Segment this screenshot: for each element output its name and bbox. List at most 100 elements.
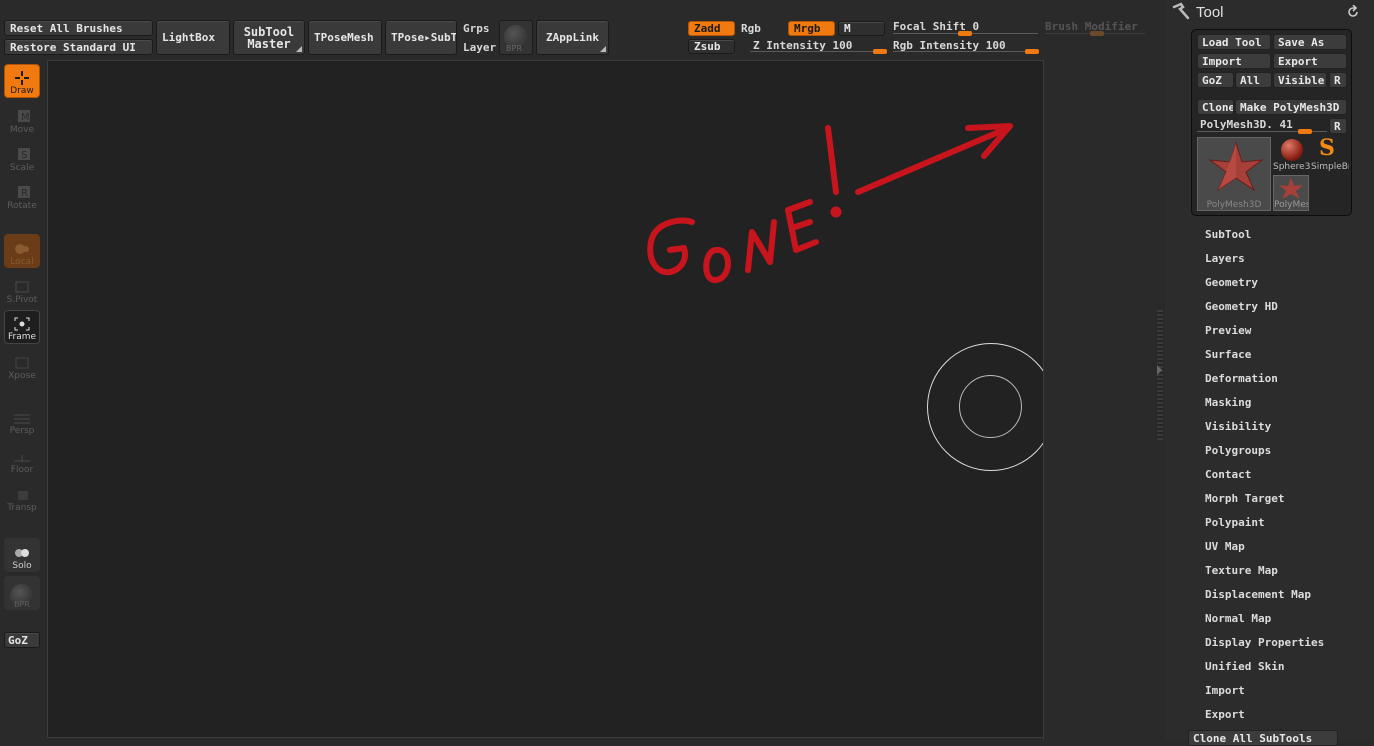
tool-r-button[interactable]: R (1329, 118, 1347, 134)
spivot-label: S.Pivot (6, 295, 38, 305)
rotate-button[interactable]: R Rotate (4, 178, 40, 212)
menu-item-normal-map[interactable]: Normal Map (1205, 612, 1271, 625)
svg-text:M: M (21, 112, 30, 123)
frame-button[interactable]: Frame (4, 310, 40, 344)
svg-text:R: R (21, 188, 28, 199)
scale-button[interactable]: S Scale (4, 140, 40, 174)
collapse-arrow-icon[interactable] (1157, 365, 1162, 375)
clone-all-subtools-button[interactable]: Clone All SubTools (1188, 730, 1338, 746)
tpose-subt-label: TPose▸SubT (391, 31, 457, 44)
hammer-icon (1172, 2, 1190, 20)
menu-item-export[interactable]: Export (1205, 708, 1245, 721)
menu-item-masking[interactable]: Masking (1205, 396, 1251, 409)
menu-item-layers[interactable]: Layers (1205, 252, 1245, 265)
m-button[interactable]: M (838, 21, 885, 36)
lightbox-button[interactable]: LightBox (156, 20, 230, 55)
mrgb-button[interactable]: Mrgb (788, 21, 835, 36)
focal-shift-knob[interactable] (958, 31, 972, 36)
menu-item-preview[interactable]: Preview (1205, 324, 1251, 337)
tposemesh-button[interactable]: TPoseMesh (308, 20, 382, 55)
tpose-subt-button[interactable]: TPose▸SubT (385, 20, 457, 55)
simplebrush-thumb-label: SimpleBr (1311, 162, 1349, 172)
zapplink-label: ZAppLink (546, 31, 599, 44)
menu-item-display-properties[interactable]: Display Properties (1205, 636, 1324, 649)
menu-item-texture-map[interactable]: Texture Map (1205, 564, 1278, 577)
transp-button[interactable]: Transp (4, 480, 40, 514)
menu-item-unified-skin[interactable]: Unified Skin (1205, 660, 1284, 673)
rgb-intensity-knob[interactable] (1025, 49, 1039, 54)
r-button[interactable]: R (1329, 72, 1347, 88)
solo-icon (15, 549, 29, 557)
z-intensity-knob[interactable] (873, 49, 887, 54)
menu-item-polypaint[interactable]: Polypaint (1205, 516, 1265, 529)
zapplink-button[interactable]: ZAppLink (536, 20, 609, 55)
bpr-label: BPR (506, 44, 522, 53)
polymesh-small-thumbnail[interactable]: PolyMes (1273, 175, 1309, 211)
layer-toggle[interactable]: Layer (463, 41, 496, 54)
xpose-button[interactable]: Xpose (4, 348, 40, 382)
move-button[interactable]: M Move (4, 102, 40, 136)
persp-button[interactable]: Persp (4, 403, 40, 437)
left-bpr-label: BPR (14, 600, 30, 609)
draw-button[interactable]: Draw (4, 64, 40, 98)
refresh-icon[interactable] (1346, 5, 1360, 19)
menu-item-morph-target[interactable]: Morph Target (1205, 492, 1284, 505)
export-button[interactable]: Export (1273, 53, 1347, 69)
menu-item-polygroups[interactable]: Polygroups (1205, 444, 1271, 457)
current-tool-label: PolyMesh3D. 41 (1200, 118, 1293, 131)
goz-tool-button[interactable]: GoZ (1197, 72, 1234, 88)
all-label: All (1240, 73, 1260, 87)
rgb-toggle[interactable]: Rgb (741, 22, 761, 35)
all-button[interactable]: All (1235, 72, 1272, 88)
zadd-button[interactable]: Zadd (688, 21, 735, 36)
spivot-button[interactable]: S.Pivot (4, 272, 40, 306)
local-button[interactable]: Local (4, 234, 40, 268)
save-as-button[interactable]: Save As (1273, 34, 1347, 50)
clone-label: Clone (1202, 100, 1234, 114)
menu-item-geometry-hd[interactable]: Geometry HD (1205, 300, 1278, 313)
goz-button[interactable]: GoZ (4, 632, 40, 648)
rotate-icon: R (18, 186, 30, 199)
brush-inner-ring (959, 375, 1022, 438)
sphere3d-thumbnail[interactable]: Sphere3 (1273, 137, 1310, 173)
zsub-button[interactable]: Zsub (688, 39, 735, 54)
menu-item-uv-map[interactable]: UV Map (1205, 540, 1245, 553)
menu-item-import[interactable]: Import (1205, 684, 1245, 697)
persp-icon (14, 414, 30, 424)
m-label: M (844, 22, 851, 35)
menu-item-deformation[interactable]: Deformation (1205, 372, 1278, 385)
frame-label: Frame (7, 332, 37, 342)
tool-r-label: R (1334, 119, 1341, 133)
grps-toggle[interactable]: Grps (463, 22, 490, 35)
reset-all-brushes-button[interactable]: Reset All Brushes (4, 20, 153, 36)
simplebrush-s-icon: S (1319, 137, 1335, 161)
brush-modifier-knob[interactable] (1090, 31, 1104, 36)
bpr-button[interactable]: BPR (499, 20, 533, 55)
star-mesh-small-icon (1279, 178, 1303, 199)
make-polymesh-button[interactable]: Make PolyMesh3D (1235, 99, 1347, 115)
transp-icon (18, 491, 28, 500)
simplebrush-thumbnail[interactable]: S SimpleBr (1311, 137, 1349, 173)
visible-button[interactable]: Visible (1273, 72, 1327, 88)
subtool-master-button[interactable]: SubTool Master (233, 20, 305, 55)
import-button[interactable]: Import (1197, 53, 1271, 69)
reset-all-brushes-label: Reset All Brushes (10, 21, 123, 35)
clone-button[interactable]: Clone (1197, 99, 1234, 115)
floor-button[interactable]: Floor (4, 442, 40, 476)
menu-item-contact[interactable]: Contact (1205, 468, 1251, 481)
load-tool-button[interactable]: Load Tool (1197, 34, 1271, 50)
tool-panel-title: Tool (1196, 4, 1224, 21)
menu-item-subtool[interactable]: SubTool (1205, 228, 1251, 241)
polymesh3d-thumbnail[interactable]: PolyMesh3D (1197, 137, 1271, 211)
menu-item-visibility[interactable]: Visibility (1205, 420, 1271, 433)
z-intensity-slider[interactable] (750, 51, 886, 52)
rgb-intensity-slider[interactable] (893, 51, 1038, 52)
menu-item-displacement-map[interactable]: Displacement Map (1205, 588, 1311, 601)
menu-item-surface[interactable]: Surface (1205, 348, 1251, 361)
menu-item-geometry[interactable]: Geometry (1205, 276, 1258, 289)
current-tool-knob[interactable] (1298, 129, 1312, 134)
panel-splitter[interactable] (1157, 310, 1163, 440)
restore-standard-ui-button[interactable]: Restore Standard UI (4, 39, 153, 55)
solo-button[interactable]: Solo (4, 538, 40, 572)
left-bpr-button[interactable]: BPR (4, 576, 40, 610)
